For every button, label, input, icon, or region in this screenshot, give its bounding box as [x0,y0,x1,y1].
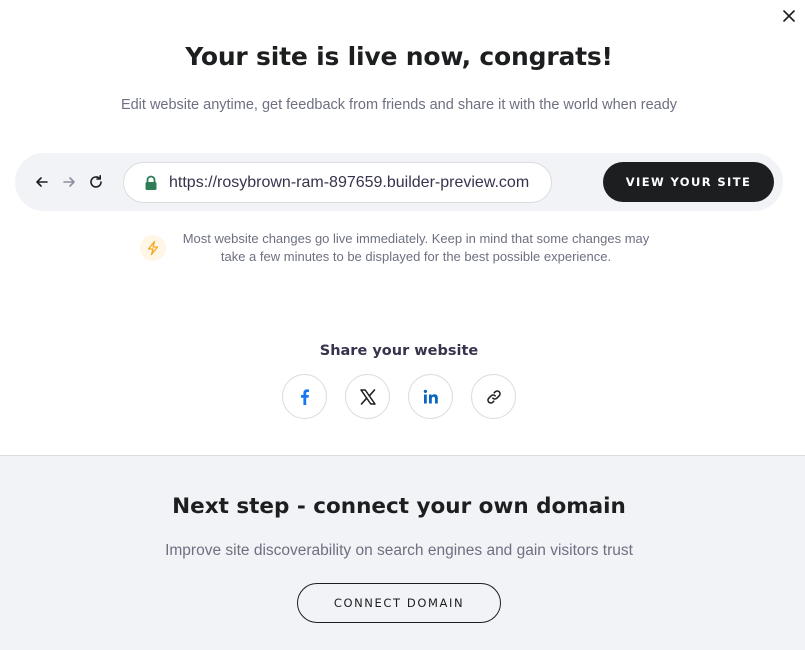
reload-icon [90,175,102,188]
modal-title: Your site is live now, congrats! [185,42,613,71]
url-field[interactable]: https://rosybrown-ram-897659.builder-pre… [123,162,552,203]
share-title: Share your website [319,343,479,359]
forward-button[interactable] [61,174,77,190]
lightning-icon-wrap [140,235,166,261]
arrow-right-icon [63,177,75,187]
link-icon [486,389,501,404]
arrow-left-icon [36,177,48,187]
share-facebook-button[interactable] [282,374,327,419]
lightning-icon [147,240,159,256]
url-text: https://rosybrown-ram-897659.builder-pre… [169,173,530,191]
reload-button[interactable] [88,174,104,190]
top-section: Your site is live now, congrats! Edit we… [0,0,805,455]
facebook-icon [300,388,309,405]
info-text: Most website changes go live immediately… [182,231,650,264]
next-step-section: Next step - connect your own domain Impr… [0,455,805,650]
linkedin-icon [423,389,438,403]
back-button[interactable] [34,174,50,190]
share-x-button[interactable] [345,374,390,419]
x-icon [359,388,376,405]
copy-link-button[interactable] [471,374,516,419]
lock-icon [145,175,157,190]
share-linkedin-button[interactable] [408,374,453,419]
publish-success-modal: Your site is live now, congrats! Edit we… [0,0,805,650]
share-buttons [282,374,522,420]
lock-icon-wrap [143,175,159,191]
next-step-title: Next step - connect your own domain [172,494,626,519]
modal-subtitle: Edit website anytime, get feedback from … [120,97,678,113]
info-notice: Most website changes go live immediately… [140,230,660,270]
view-your-site-button[interactable]: VIEW YOUR SITE [603,162,774,202]
browser-preview-bar: https://rosybrown-ram-897659.builder-pre… [15,153,783,211]
connect-domain-button[interactable]: CONNECT DOMAIN [297,583,501,623]
next-step-subtitle: Improve site discoverability on search e… [165,542,633,559]
